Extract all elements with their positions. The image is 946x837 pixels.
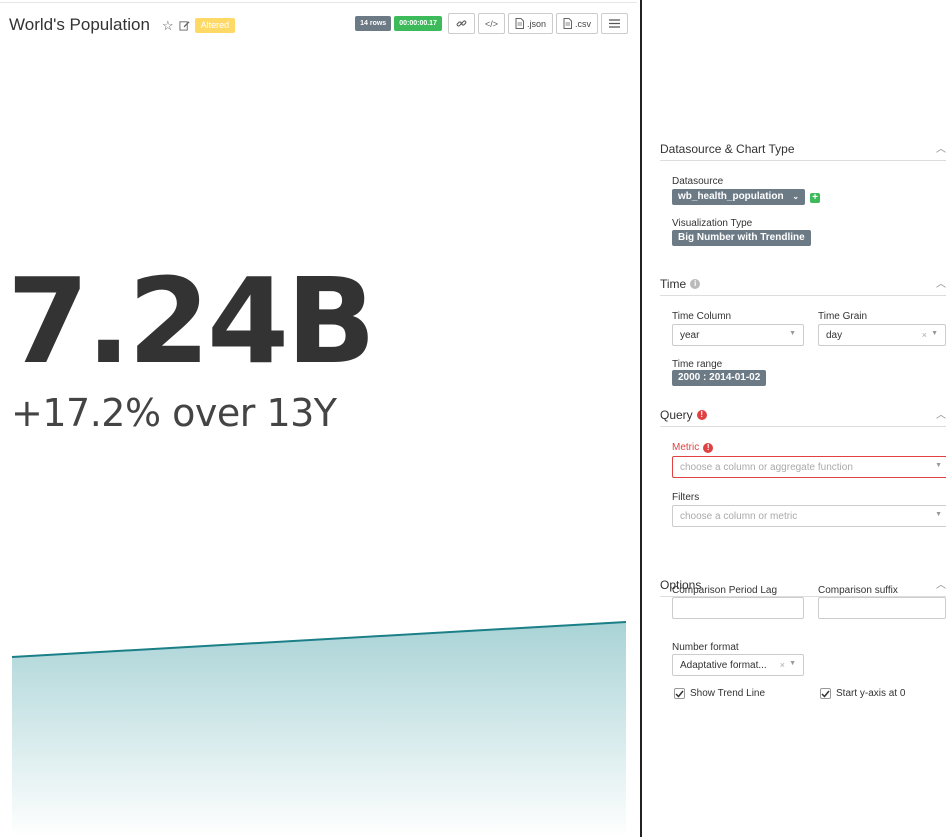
panel-divider[interactable] [640,0,642,837]
caret-down-icon: ▼ [789,330,796,337]
metric-placeholder: choose a column or aggregate function [680,461,853,473]
section-query[interactable]: Query ! ︿ [660,403,946,427]
checkbox-checked-icon[interactable] [820,688,831,699]
time-column-value: year [680,329,700,341]
filters-select[interactable]: choose a column or metric ▼ [672,505,946,527]
number-format-value: Adaptative format... [680,659,767,671]
collapse-chevron-icon[interactable]: ︿ [936,140,946,155]
clear-icon[interactable]: × [922,330,927,340]
time-column-select[interactable]: year ▼ [672,324,804,346]
number-format-select[interactable]: Adaptative format... × ▼ [672,654,804,676]
datasource-value: wb_health_population [678,191,784,202]
filters-placeholder: choose a column or metric [680,510,798,522]
datasource-label: Datasource [672,176,724,187]
time-grain-value: day [826,329,843,341]
collapse-chevron-icon[interactable]: ︿ [936,576,946,591]
collapse-chevron-icon[interactable]: ︿ [936,406,946,421]
section-datasource-chart-type[interactable]: Datasource & Chart Type ︿ [660,137,946,161]
time-range-label: Time range [672,359,723,370]
time-grain-select[interactable]: day × ▼ [818,324,946,346]
section-title: Time [660,276,687,291]
trend-area [12,622,626,837]
viz-type-select[interactable]: Big Number with Trendline [672,230,811,246]
section-time[interactable]: Time i ︿ [660,272,946,296]
start-y-axis-zero-label: Start y-axis at 0 [836,688,906,699]
checkbox-checked-icon[interactable] [674,688,685,699]
clear-icon[interactable]: × [780,660,785,670]
metric-label-text: Metric [672,442,700,453]
section-title: Datasource & Chart Type [660,141,795,156]
metric-select[interactable]: choose a column or aggregate function ▼ [672,456,946,478]
caret-down-icon: ▼ [789,660,796,667]
section-title: Query [660,407,693,422]
time-grain-label: Time Grain [818,311,868,322]
caret-down-icon: ▼ [935,511,942,518]
error-icon[interactable]: ! [696,409,707,420]
control-panel: Datasource & Chart Type ︿ Datasource wb_… [650,0,946,837]
metric-label: Metric! [672,442,714,453]
chart-panel: World's Population ☆ Altered 14 rows 00:… [0,0,637,837]
comparison-lag-label: Comparison Period Lag [672,585,778,596]
error-icon[interactable]: ! [703,443,714,453]
info-icon[interactable]: i [690,278,701,289]
caret-down-icon: ▼ [931,330,938,337]
trendline-chart [11,621,627,837]
add-datasource-icon[interactable]: + [810,193,820,203]
show-trend-line-label: Show Trend Line [690,688,766,699]
viz-type-label: Visualization Type [672,218,753,229]
caret-down-icon: ▼ [935,462,942,469]
comparison-suffix-input[interactable] [818,597,946,619]
comparison-suffix-label: Comparison suffix [818,585,898,596]
datasource-select[interactable]: wb_health_population ⌄ [672,189,806,205]
time-column-label: Time Column [672,311,732,322]
number-format-label: Number format [672,642,739,653]
show-trend-line-checkbox[interactable]: Show Trend Line [674,688,765,699]
collapse-chevron-icon[interactable]: ︿ [936,275,946,290]
start-y-axis-zero-checkbox[interactable]: Start y-axis at 0 [820,688,905,699]
time-range-picker[interactable]: 2000 : 2014-01-02 [672,370,767,386]
filters-label: Filters [672,492,700,503]
comparison-lag-input[interactable] [672,597,804,619]
chevron-down-icon: ⌄ [792,192,800,201]
